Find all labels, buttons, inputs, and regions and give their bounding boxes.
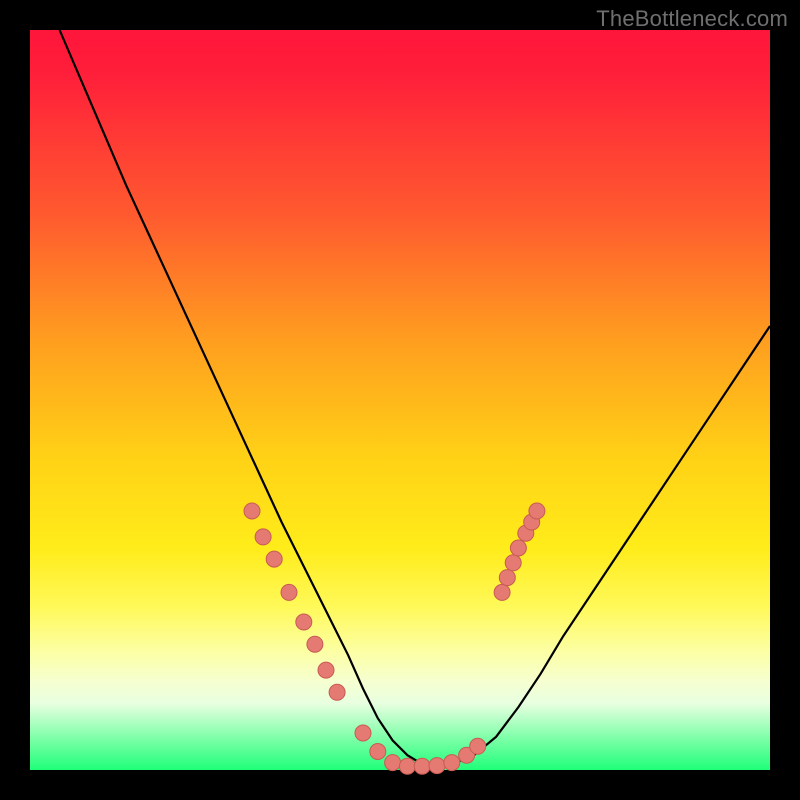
marker-point xyxy=(244,503,260,519)
marker-point xyxy=(470,738,486,754)
marker-point xyxy=(329,684,345,700)
marker-point xyxy=(296,614,312,630)
marker-point xyxy=(414,758,430,774)
plot-area xyxy=(30,30,770,770)
marker-point xyxy=(370,744,386,760)
marker-point xyxy=(318,662,334,678)
marker-point xyxy=(529,503,545,519)
bottleneck-curve xyxy=(60,30,770,766)
marker-point xyxy=(385,755,401,771)
marker-point xyxy=(399,758,415,774)
marker-point xyxy=(266,551,282,567)
marker-point xyxy=(429,758,445,774)
marker-point xyxy=(281,584,297,600)
watermark-text: TheBottleneck.com xyxy=(596,6,788,32)
marker-point xyxy=(510,540,526,556)
marker-point xyxy=(255,529,271,545)
marker-point xyxy=(444,755,460,771)
marker-point xyxy=(355,725,371,741)
marker-point xyxy=(307,636,323,652)
chart-frame: TheBottleneck.com xyxy=(0,0,800,800)
curve-layer xyxy=(30,30,770,770)
marker-point xyxy=(505,555,521,571)
marker-point xyxy=(494,584,510,600)
marker-point xyxy=(499,570,515,586)
